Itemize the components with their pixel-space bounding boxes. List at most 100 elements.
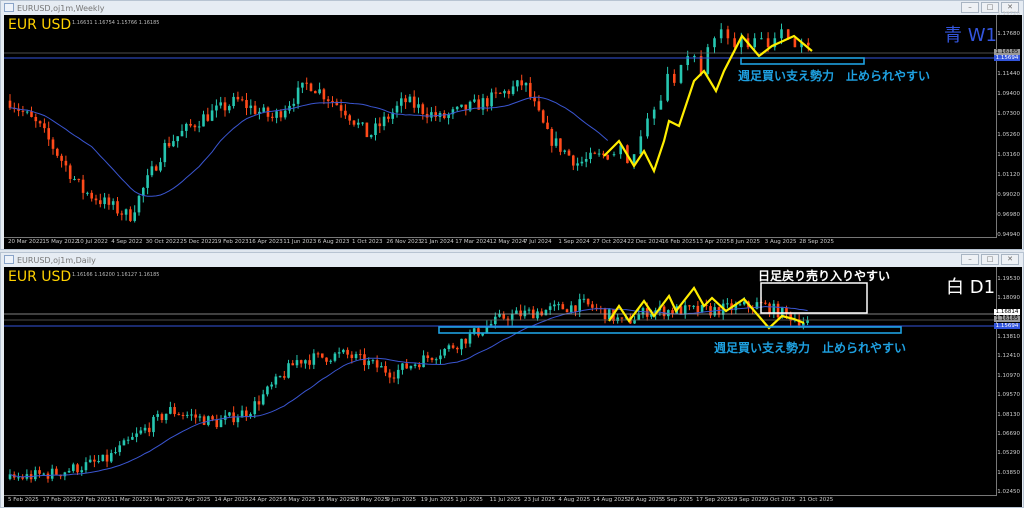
candle bbox=[173, 407, 176, 415]
candle bbox=[536, 311, 539, 319]
candle bbox=[460, 104, 463, 107]
candle bbox=[367, 360, 370, 366]
candle bbox=[167, 143, 171, 147]
candle bbox=[193, 125, 197, 128]
candle bbox=[275, 111, 278, 118]
candle bbox=[519, 310, 522, 317]
candle bbox=[139, 430, 143, 434]
current-price-tag: 1.16185 bbox=[994, 316, 1020, 322]
candle bbox=[498, 92, 502, 94]
minimize-button[interactable]: – bbox=[961, 2, 979, 13]
candle bbox=[137, 195, 141, 213]
candle bbox=[215, 105, 218, 111]
candle bbox=[456, 347, 459, 350]
daily-chart-window[interactable]: EURUSD,oj1m,Daily – □ ✕ EUR USD 1.16166 1.… bbox=[0, 252, 1024, 508]
date-axis-label: 7 Jul 2024 bbox=[524, 239, 552, 245]
support-note: 週足買い支え勢力 止められやすい bbox=[714, 341, 907, 355]
candle bbox=[202, 114, 205, 127]
candle bbox=[337, 352, 341, 354]
ohlc-readout: 1.16166 1.16200 1.16127 1.16185 bbox=[72, 272, 160, 278]
price-axis-label: 1.10970 bbox=[997, 372, 1020, 379]
minimize-button[interactable]: – bbox=[961, 254, 979, 265]
title-bar[interactable]: EURUSD,oj1m,Daily – □ ✕ bbox=[1, 253, 1023, 267]
candle bbox=[520, 80, 523, 86]
candle bbox=[557, 304, 560, 306]
weekly-chart-window[interactable]: EURUSD,oj1m,Weekly – □ ✕ EUR USD 1.16631 1… bbox=[0, 0, 1024, 250]
candle bbox=[692, 305, 695, 307]
candle bbox=[418, 364, 421, 368]
candle bbox=[316, 353, 320, 355]
date-axis-label: 28 Sep 2025 bbox=[799, 239, 835, 245]
candle bbox=[126, 439, 130, 441]
maximize-button[interactable]: □ bbox=[981, 254, 999, 265]
candle bbox=[342, 349, 345, 353]
candle bbox=[439, 355, 442, 360]
candle bbox=[603, 308, 607, 320]
candle bbox=[68, 165, 72, 179]
candle bbox=[181, 415, 185, 417]
candle bbox=[637, 314, 641, 321]
candle bbox=[84, 462, 88, 471]
candle bbox=[597, 153, 601, 155]
candle bbox=[679, 65, 683, 83]
candle bbox=[120, 213, 124, 215]
candle bbox=[565, 309, 569, 313]
title-bar[interactable]: EURUSD,oj1m,Weekly – □ ✕ bbox=[1, 1, 1023, 15]
weekly-chart-area[interactable]: EUR USD 1.16631 1.16754 1.15766 1.16185 … bbox=[4, 11, 1022, 249]
candle bbox=[67, 470, 71, 473]
candle bbox=[17, 477, 20, 479]
candle bbox=[606, 154, 609, 160]
candle bbox=[348, 115, 351, 121]
candle bbox=[194, 414, 197, 418]
candle bbox=[591, 304, 594, 308]
support-price-tag: 1.15694 bbox=[994, 55, 1020, 61]
candle bbox=[365, 122, 369, 138]
date-axis-label: 21 Oct 2025 bbox=[799, 497, 834, 503]
candle bbox=[322, 89, 326, 100]
support-zone-box bbox=[740, 57, 865, 65]
candle bbox=[561, 304, 565, 310]
candle bbox=[326, 99, 330, 101]
candle bbox=[34, 470, 37, 480]
candle bbox=[395, 105, 399, 113]
date-axis-label: 20 Mar 2022 bbox=[8, 239, 43, 245]
candle bbox=[572, 155, 575, 166]
candle bbox=[719, 29, 723, 39]
candle bbox=[553, 304, 556, 307]
candle bbox=[688, 305, 691, 307]
date-axis-label: 11 Jun 2023 bbox=[283, 239, 317, 245]
candle bbox=[135, 433, 138, 437]
candle bbox=[578, 299, 581, 312]
date-axis-label: 14 Aug 2025 bbox=[592, 497, 629, 503]
date-axis-label: 16 Feb 2025 bbox=[661, 239, 696, 245]
candle bbox=[443, 113, 446, 118]
candle bbox=[477, 328, 480, 336]
candle bbox=[206, 114, 210, 121]
daily-chart-area[interactable]: EUR USD 1.16166 1.16200 1.16127 1.16185 … bbox=[4, 267, 1022, 507]
candle bbox=[540, 311, 544, 316]
candle bbox=[331, 100, 334, 102]
candle bbox=[563, 150, 566, 152]
candle bbox=[451, 345, 455, 348]
candle bbox=[523, 310, 527, 317]
candle bbox=[380, 366, 383, 368]
candle bbox=[620, 317, 624, 319]
date-axis-label: 12 May 2024 bbox=[489, 239, 526, 245]
candle bbox=[47, 128, 50, 140]
close-button[interactable]: ✕ bbox=[1001, 254, 1019, 265]
price-axis-label: 1.05290 bbox=[997, 450, 1020, 457]
date-axis-label: 26 Nov 2023 bbox=[386, 239, 422, 245]
candle bbox=[426, 355, 430, 359]
candle bbox=[350, 354, 354, 359]
candle bbox=[486, 98, 489, 107]
candle bbox=[494, 92, 498, 94]
candle bbox=[706, 47, 710, 74]
date-axis-label: 24 Apr 2025 bbox=[248, 497, 283, 503]
candle bbox=[515, 310, 518, 314]
candle bbox=[111, 201, 115, 205]
candle bbox=[510, 313, 514, 321]
candle bbox=[236, 417, 240, 423]
candle bbox=[107, 197, 111, 205]
candle bbox=[408, 96, 412, 103]
candle bbox=[25, 111, 29, 113]
